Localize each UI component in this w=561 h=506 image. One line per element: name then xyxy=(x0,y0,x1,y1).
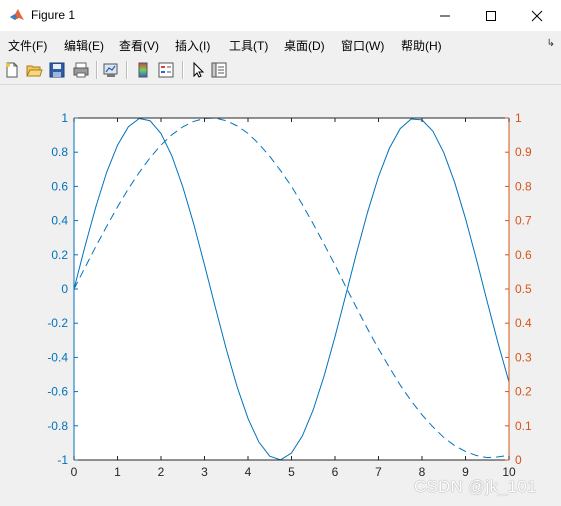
insert-legend-icon[interactable] xyxy=(157,61,175,79)
menu-insert[interactable]: 插入(I) xyxy=(175,37,210,54)
minimize-button[interactable] xyxy=(422,0,468,31)
y-right-tick-label: 0.1 xyxy=(515,419,532,433)
property-inspector-icon[interactable] xyxy=(210,61,228,79)
y-right-tick-label: 0.5 xyxy=(515,282,532,296)
y-right-tick-label: 0.2 xyxy=(515,385,532,399)
y-right-tick-label: 0.7 xyxy=(515,214,532,228)
x-tick-label: 0 xyxy=(71,465,78,479)
toolbar-separator xyxy=(182,61,184,79)
x-tick-label: 4 xyxy=(245,465,252,479)
menu-desktop[interactable]: 桌面(D) xyxy=(284,37,325,54)
print-icon[interactable] xyxy=(72,61,90,79)
minimize-icon xyxy=(440,15,450,17)
menu-tools[interactable]: 工具(T) xyxy=(229,37,268,54)
y-right-tick-label: 0 xyxy=(515,453,522,467)
plot-axes[interactable]: 0 1 2 3 4 5 6 7 8 9 10-1-0.8-0.6-0.4-0.200.20.40.6… xyxy=(0,85,561,506)
toolbar-separator xyxy=(96,61,98,79)
y-right-tick-label: 0.6 xyxy=(515,248,532,262)
edit-plot-icon[interactable] xyxy=(189,61,207,79)
toolbar-separator xyxy=(126,61,128,79)
y-left-tick-label: -0.4 xyxy=(47,350,68,364)
close-button[interactable] xyxy=(514,0,560,31)
menu-edit[interactable]: 编辑(E) xyxy=(64,37,104,54)
x-tick-label: 5 xyxy=(288,465,295,479)
x-tick-label: 2 xyxy=(158,465,165,479)
insert-colorbar-icon[interactable] xyxy=(134,61,152,79)
menu-help[interactable]: 帮助(H) xyxy=(401,37,442,54)
x-tick-label: 1 xyxy=(114,465,121,479)
new-figure-icon[interactable] xyxy=(3,61,21,79)
save-icon[interactable] xyxy=(48,61,66,79)
maximize-icon xyxy=(486,11,496,21)
chevron-right-icon[interactable]: ↳ xyxy=(547,38,555,49)
y-left-tick-label: -0.2 xyxy=(47,316,68,330)
menu-window[interactable]: 窗口(W) xyxy=(341,37,384,54)
y-left-tick-label: -1 xyxy=(57,453,68,467)
y-right-tick-label: 0.9 xyxy=(515,145,532,159)
y-left-tick-label: 0.8 xyxy=(51,145,68,159)
window-title: Figure 1 xyxy=(31,8,76,22)
open-file-icon[interactable] xyxy=(25,61,43,79)
matlab-logo-icon xyxy=(9,7,25,23)
y-right-tick-label: 0.8 xyxy=(515,179,532,193)
title-bar: Figure 1 xyxy=(0,0,561,31)
y-left-tick-label: -0.6 xyxy=(47,385,68,399)
x-tick-label: 3 xyxy=(201,465,208,479)
figure-toolbar xyxy=(0,56,561,85)
y-left-tick-label: -0.8 xyxy=(47,419,68,433)
y-left-tick-label: 1 xyxy=(61,111,68,125)
y-left-tick-label: 0.4 xyxy=(51,214,68,228)
plot-area xyxy=(74,118,509,460)
menu-file[interactable]: 文件(F) xyxy=(8,37,47,54)
x-tick-label: 7 xyxy=(375,465,382,479)
y-left-tick-label: 0.2 xyxy=(51,248,68,262)
y-right-tick-label: 1 xyxy=(515,111,522,125)
x-tick-label: 6 xyxy=(332,465,339,479)
y-right-tick-label: 0.3 xyxy=(515,350,532,364)
menu-view[interactable]: 查看(V) xyxy=(119,37,159,54)
link-plot-icon[interactable] xyxy=(102,61,120,79)
y-left-tick-label: 0 xyxy=(61,282,68,296)
watermark: CSDN @jk_101 xyxy=(414,477,537,496)
menu-bar: 文件(F) 编辑(E) 查看(V) 插入(I) 工具(T) 桌面(D) 窗口(W… xyxy=(0,31,561,56)
y-right-tick-label: 0.4 xyxy=(515,316,532,330)
maximize-button[interactable] xyxy=(468,0,514,31)
close-icon xyxy=(531,10,543,22)
y-left-tick-label: 0.6 xyxy=(51,179,68,193)
